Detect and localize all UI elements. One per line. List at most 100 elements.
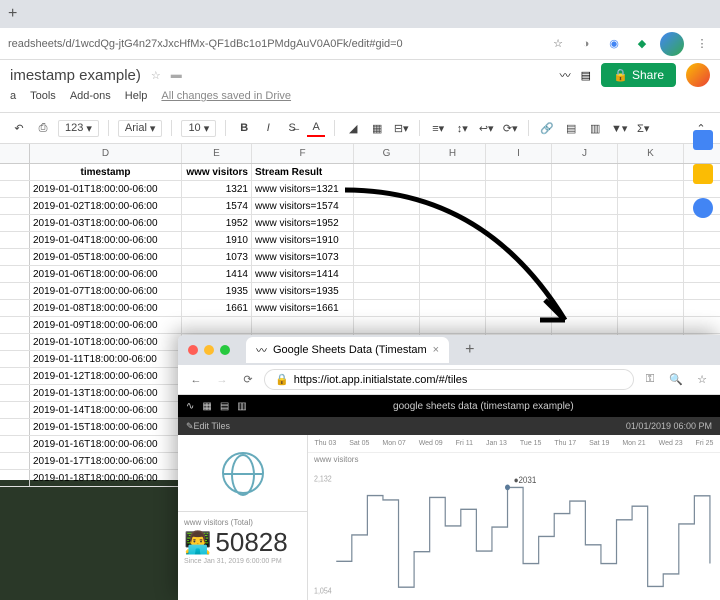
borders-icon[interactable]: ▦ (368, 119, 386, 137)
globe-tile[interactable] (178, 435, 307, 512)
cell-timestamp[interactable]: 2019-01-05T18:00:00-06:00 (30, 249, 182, 265)
col-header[interactable]: F (252, 144, 354, 163)
edit-icon[interactable]: ✎ (186, 421, 194, 432)
key-icon[interactable]: ⚿ (640, 370, 660, 390)
col-header[interactable]: K (618, 144, 684, 163)
document-title[interactable]: imestamp example) (10, 67, 141, 84)
functions-icon[interactable]: Σ▾ (634, 119, 652, 137)
cell-result[interactable]: www visitors=1910 (252, 232, 354, 248)
cell-timestamp[interactable]: 2019-01-15T18:00:00-06:00 (30, 419, 182, 435)
back-icon[interactable]: ← (186, 370, 206, 390)
grid-icon[interactable]: ▦ (202, 401, 211, 412)
text-color-icon[interactable]: A (307, 119, 325, 137)
header-cell[interactable]: Stream Result (252, 164, 354, 180)
cell-visitors[interactable]: 1910 (182, 232, 252, 248)
cell-timestamp[interactable]: 2019-01-18T18:00:00-06:00 (30, 470, 182, 486)
link-icon[interactable]: 🔗 (538, 119, 556, 137)
search-icon[interactable]: 🔍 (666, 370, 686, 390)
logo-icon[interactable]: ∿ (186, 401, 194, 412)
cell-result[interactable]: www visitors=1073 (252, 249, 354, 265)
list-icon[interactable]: ▤ (220, 401, 229, 412)
forward-icon[interactable]: → (212, 370, 232, 390)
close-tab-icon[interactable]: × (433, 344, 439, 356)
cell-timestamp[interactable]: 2019-01-06T18:00:00-06:00 (30, 266, 182, 282)
cell-timestamp[interactable]: 2019-01-13T18:00:00-06:00 (30, 385, 182, 401)
col-header[interactable]: I (486, 144, 552, 163)
browser-tab[interactable]: 〰 Google Sheets Data (Timestam × (246, 337, 449, 363)
trend-icon[interactable]: 〰 (560, 67, 571, 83)
new-tab-button[interactable]: + (465, 341, 474, 359)
cell-result[interactable]: www visitors=1661 (252, 300, 354, 316)
cell-timestamp[interactable]: 2019-01-02T18:00:00-06:00 (30, 198, 182, 214)
cell-timestamp[interactable]: 2019-01-04T18:00:00-06:00 (30, 232, 182, 248)
table-row[interactable]: 2019-01-07T18:00:00-06:00 1935 www visit… (0, 283, 720, 300)
cell-result[interactable] (252, 317, 354, 333)
extension-icon-3[interactable]: ◆ (632, 34, 652, 54)
header-cell[interactable]: timestamp (30, 164, 182, 180)
merge-icon[interactable]: ⊟▾ (392, 119, 410, 137)
calendar-app-icon[interactable] (693, 130, 713, 150)
table-row[interactable]: 2019-01-06T18:00:00-06:00 1414 www visit… (0, 266, 720, 283)
comment-icon[interactable]: ▤ (562, 119, 580, 137)
fill-icon[interactable]: ◢ (344, 119, 362, 137)
cell-visitors[interactable]: 1321 (182, 181, 252, 197)
table-row[interactable]: 2019-01-02T18:00:00-06:00 1574 www visit… (0, 198, 720, 215)
halign-icon[interactable]: ≡▾ (429, 119, 447, 137)
header-cell[interactable]: www visitors (182, 164, 252, 180)
undo-icon[interactable]: ↶ (10, 119, 28, 137)
share-button[interactable]: 🔒 Share (601, 63, 676, 87)
chart-icon[interactable]: ▥ (586, 119, 604, 137)
col-header[interactable]: J (552, 144, 618, 163)
cell-timestamp[interactable]: 2019-01-09T18:00:00-06:00 (30, 317, 182, 333)
chart-tile[interactable]: 2,132 1,054 ●2031 (308, 466, 720, 600)
bars-icon[interactable]: ▥ (237, 401, 246, 412)
star-icon[interactable]: ☆ (548, 34, 568, 54)
extension-icon-2[interactable]: ◉ (604, 34, 624, 54)
cell-timestamp[interactable]: 2019-01-10T18:00:00-06:00 (30, 334, 182, 350)
menu-addons[interactable]: Add-ons (70, 90, 111, 112)
menu-data[interactable]: a (10, 90, 16, 112)
cell-visitors[interactable] (182, 317, 252, 333)
minimize-button[interactable] (204, 345, 214, 355)
table-row[interactable]: 2019-01-01T18:00:00-06:00 1321 www visit… (0, 181, 720, 198)
close-window-button[interactable] (188, 345, 198, 355)
zoom-select[interactable]: 123 ▾ (58, 120, 99, 137)
cell-visitors[interactable]: 1574 (182, 198, 252, 214)
total-tile[interactable]: www visitors (Total) 👨‍💻 50828 Since Jan… (178, 512, 307, 600)
cell-timestamp[interactable]: 2019-01-01T18:00:00-06:00 (30, 181, 182, 197)
save-status[interactable]: All changes saved in Drive (161, 90, 291, 112)
maximize-button[interactable] (220, 345, 230, 355)
rotate-icon[interactable]: ⟳▾ (501, 119, 519, 137)
keep-app-icon[interactable] (693, 164, 713, 184)
col-header[interactable]: E (182, 144, 252, 163)
cell-timestamp[interactable]: 2019-01-14T18:00:00-06:00 (30, 402, 182, 418)
cell-result[interactable]: www visitors=1574 (252, 198, 354, 214)
table-row[interactable]: 2019-01-03T18:00:00-06:00 1952 www visit… (0, 215, 720, 232)
comments-icon[interactable]: ▤ (581, 69, 591, 82)
star-doc-icon[interactable]: ☆ (151, 69, 161, 82)
menu-tools[interactable]: Tools (30, 90, 56, 112)
strike-icon[interactable]: S̶ (283, 119, 301, 137)
cell-result[interactable]: www visitors=1952 (252, 215, 354, 231)
reload-icon[interactable]: ⟳ (238, 370, 258, 390)
star-icon[interactable]: ☆ (692, 370, 712, 390)
font-select[interactable]: Arial ▾ (118, 120, 163, 137)
cell-visitors[interactable]: 1073 (182, 249, 252, 265)
folder-icon[interactable]: ▬ (171, 69, 182, 81)
url-input[interactable]: 🔒 https://iot.app.initialstate.com/#/til… (264, 369, 634, 390)
table-row[interactable]: 2019-01-08T18:00:00-06:00 1661 www visit… (0, 300, 720, 317)
filter-icon[interactable]: ▼▾ (610, 119, 628, 137)
browser-menu-icon[interactable]: ⋮ (692, 34, 712, 54)
wrap-icon[interactable]: ↩▾ (477, 119, 495, 137)
account-avatar[interactable] (686, 63, 710, 87)
cell-result[interactable]: www visitors=1935 (252, 283, 354, 299)
cell-timestamp[interactable]: 2019-01-11T18:00:00-06:00 (30, 351, 182, 367)
cell-visitors[interactable]: 1414 (182, 266, 252, 282)
url-display[interactable]: readsheets/d/1wcdQg-jtG4n27xJxcHfMx-QF1d… (8, 38, 540, 50)
cell-visitors[interactable]: 1952 (182, 215, 252, 231)
col-header[interactable]: D (30, 144, 182, 163)
cell-result[interactable]: www visitors=1321 (252, 181, 354, 197)
size-select[interactable]: 10 ▾ (181, 120, 216, 137)
table-row[interactable]: 2019-01-05T18:00:00-06:00 1073 www visit… (0, 249, 720, 266)
cell-timestamp[interactable]: 2019-01-03T18:00:00-06:00 (30, 215, 182, 231)
